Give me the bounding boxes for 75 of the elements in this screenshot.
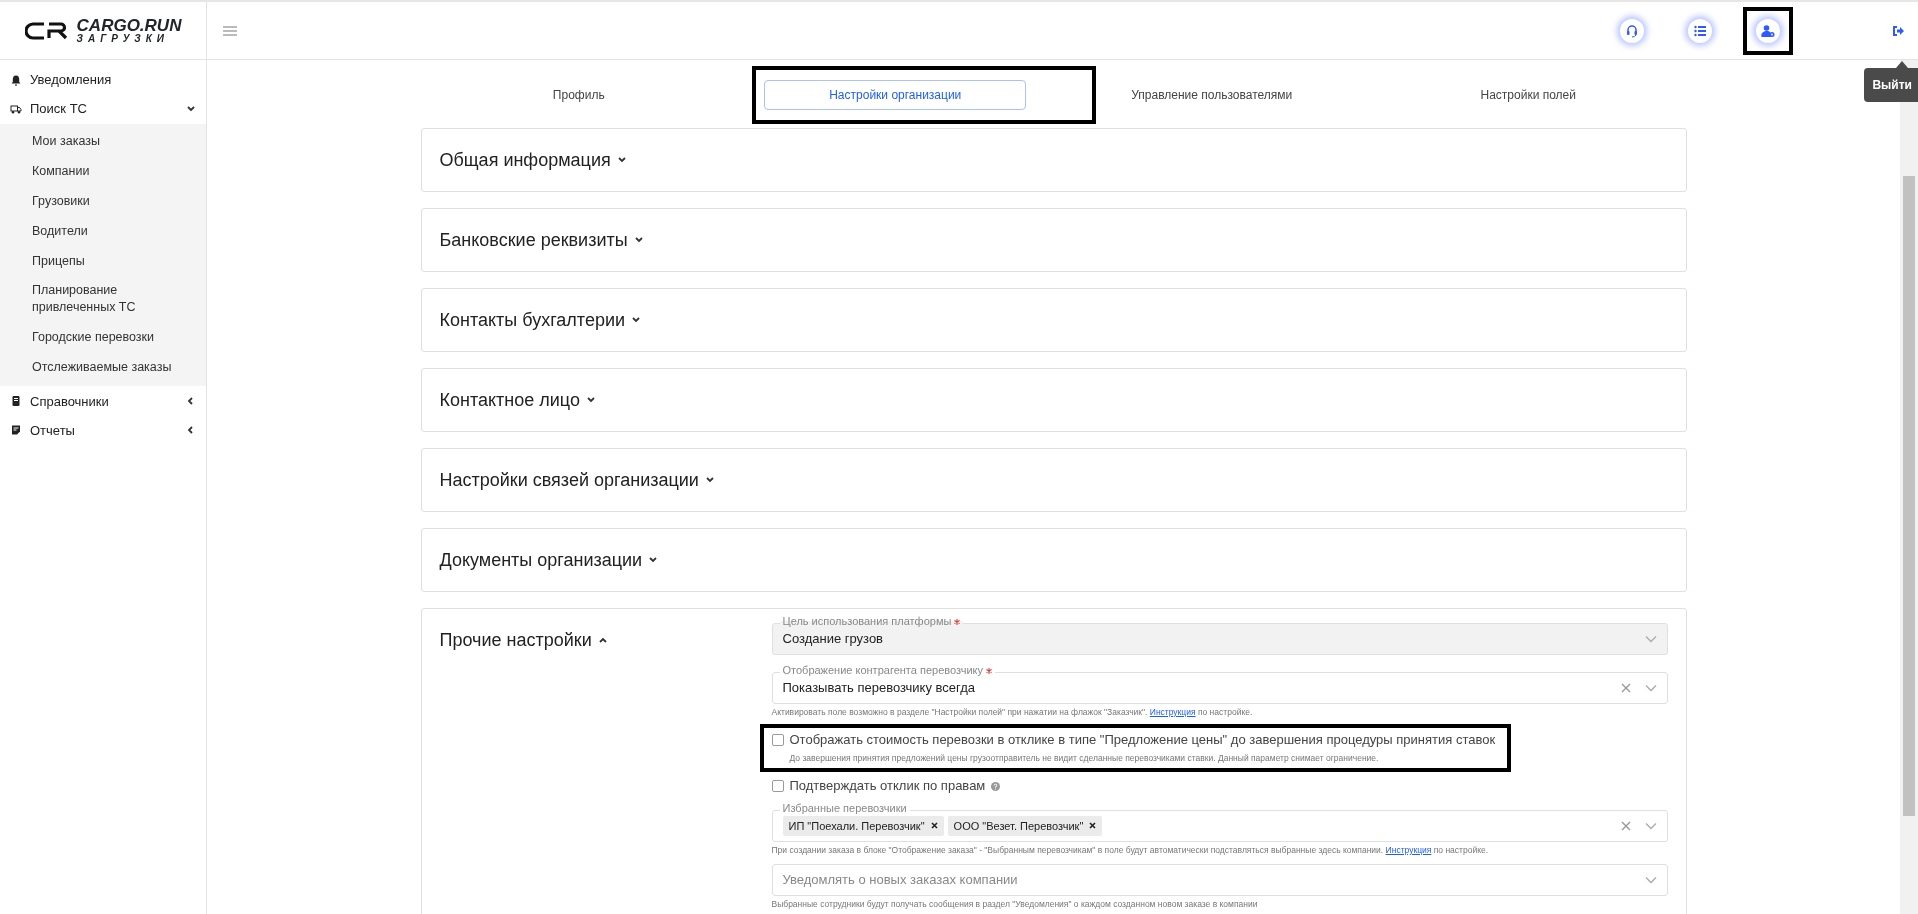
help-text: Выбранные сотрудники будут получать сообщения в раздел "Уведомления" о каждом созданном новом заказе в компании (771, 898, 1259, 910)
chevron-down-icon (616, 155, 627, 165)
sidebar-item[interactable]: Отчеты (0, 416, 206, 444)
sidebar-item[interactable]: Компании (0, 156, 206, 187)
toolbar-button[interactable] (1688, 18, 1712, 43)
checkbox[interactable] (771, 780, 784, 793)
help-text: При создании заказа в блоке "Отображение заказа" - "Выбранным перевозчикам" в поле будут автоматически подставляться выбранные здесь компании. Инструкция по настройке. (771, 844, 1490, 856)
checkbox-label[interactable]: Отображать стоимость перевозки в отклике в типе "Предложение цены" до завершения процедуры принятия ставок (789, 730, 1496, 750)
toolbar-button[interactable] (1620, 18, 1644, 43)
sidebar-item[interactable]: Мои заказы (0, 127, 206, 157)
field-label: Отображение контрагента перевозчику (779, 664, 996, 678)
tag: ИП "Поехали. Перевозчик" (782, 815, 944, 837)
sidebar-item[interactable]: Грузовики (0, 186, 206, 217)
link[interactable]: Инструкция (1149, 707, 1196, 717)
tab[interactable]: Настройки полей (1397, 80, 1660, 110)
tab[interactable]: Настройки организации (764, 80, 1027, 110)
select-field[interactable]: Уведомлять о новых заказах компании (771, 863, 1668, 896)
help-text: Активировать поле возможно в разделе "Настройки полей" при нажатии на флажок "Заказчик". Инструкция по настройке. (771, 707, 1254, 719)
required-icon (954, 619, 961, 626)
help-icon (991, 781, 1001, 791)
headset-icon (1625, 23, 1639, 38)
tag: ООО "Везет. Перевозчик" (947, 815, 1103, 837)
sidebar-item[interactable]: Планирование привлеченных ТС (0, 276, 206, 324)
tab[interactable]: Профиль (447, 80, 710, 110)
link[interactable]: Инструкция (1385, 844, 1432, 855)
chevron-down-icon (1644, 875, 1657, 884)
chevron-down-icon (186, 103, 196, 114)
field-label: Избранные перевозчики (779, 801, 910, 815)
remove-icon[interactable] (930, 822, 938, 830)
sidebar-item[interactable]: Отслеживаемые заказы (0, 353, 206, 383)
chevron-up-icon (597, 635, 608, 645)
section-header[interactable]: Документы организации (421, 529, 1686, 591)
book-icon (10, 395, 22, 408)
section-header[interactable]: Общая информация (421, 129, 1686, 191)
chevron-down-icon (1644, 635, 1657, 643)
help-text: До завершения принятия предложений цены грузоотправитель не видит сделанные перевозчиками ставки. Данный параметр снимает ограничение. (789, 751, 1380, 765)
chevron-down-icon (633, 235, 644, 245)
sidebar-item[interactable]: Поиск ТС (0, 95, 206, 122)
bell-icon (10, 73, 22, 86)
chevron-left-icon (186, 396, 196, 407)
section-header[interactable]: Прочие настройки (421, 609, 772, 671)
clear-icon[interactable] (1620, 683, 1631, 693)
tooltip: Выйти (1864, 68, 1918, 102)
field-label: Цель использования платформы (779, 615, 964, 629)
sidebar-item[interactable]: Водители (0, 216, 206, 247)
sidebar-item[interactable]: Городские перевозки (0, 323, 206, 353)
sidebar-item[interactable]: Справочники (0, 387, 206, 415)
report-icon (10, 424, 22, 437)
brand-name: CARGO.RUN (76, 17, 182, 34)
list-icon (1693, 23, 1707, 38)
chevron-down-icon (704, 475, 715, 485)
clear-icon[interactable] (1620, 820, 1631, 831)
required-icon (986, 668, 993, 675)
chevron-down-icon (585, 395, 596, 405)
section-header[interactable]: Контактное лицо (421, 369, 1686, 431)
remove-icon[interactable] (1089, 822, 1097, 830)
user-gear-icon (1761, 23, 1775, 38)
toolbar-button[interactable] (1756, 18, 1780, 43)
sidebar-item[interactable]: Уведомления (0, 66, 206, 93)
chevron-down-icon (631, 315, 642, 325)
chevron-down-icon (648, 555, 659, 565)
chevron-down-icon (1644, 821, 1657, 830)
chevron-down-icon (1644, 684, 1657, 692)
brand-subtitle: ЗАГРУЗКИ (76, 34, 171, 44)
checkbox-label[interactable]: Подтверждать отклик по правам (789, 776, 986, 796)
section-header[interactable]: Контакты бухгалтерии (421, 289, 1686, 351)
logo-icon (24, 20, 69, 41)
checkbox[interactable] (771, 733, 784, 746)
tab[interactable]: Управление пользователями (1080, 80, 1343, 110)
sidebar-item[interactable]: Прицепы (0, 246, 206, 277)
section-header[interactable]: Банковские реквизиты (421, 209, 1686, 271)
truck-icon (10, 102, 22, 115)
chevron-left-icon (186, 425, 196, 436)
section-header[interactable]: Настройки связей организации (421, 449, 1686, 511)
logout-icon[interactable] (1892, 24, 1904, 37)
